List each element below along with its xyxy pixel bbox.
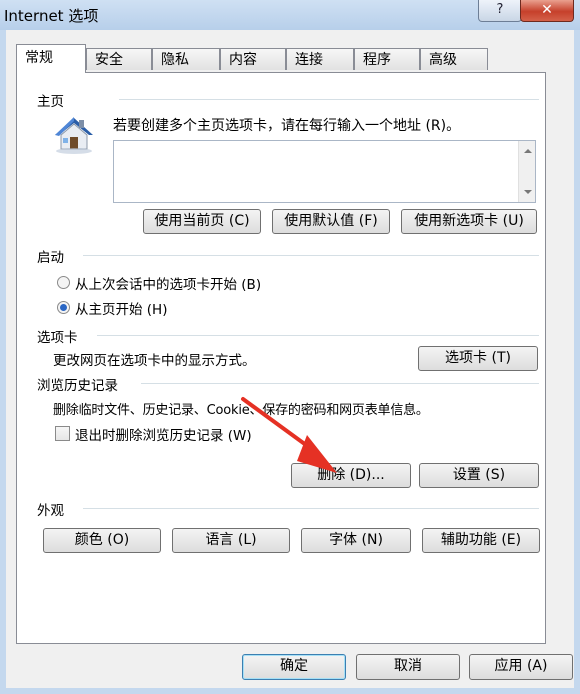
startup-heading: 启动 [37,250,64,266]
apply-button[interactable]: 应用 (A) [469,654,573,680]
home-addresses-input[interactable] [113,140,536,203]
general-panel: 主页 若要创建多个主页选项卡，请在每行输入一个地址 (R)。 使用当前页 (C)… [16,72,546,644]
close-button[interactable]: ✕ [520,0,574,22]
home-addresses-scrollbar[interactable] [518,141,535,202]
ok-button[interactable]: 确定 [242,654,346,680]
tab-privacy[interactable]: 隐私 [152,48,220,70]
history-divider [141,383,539,384]
use-new-tab-button[interactable]: 使用新选项卡 (U) [401,209,537,234]
fonts-button[interactable]: 字体 (N) [301,528,411,553]
tab-content[interactable]: 内容 [220,48,286,70]
history-settings-button[interactable]: 设置 (S) [419,463,539,488]
accessibility-button[interactable]: 辅助功能 (E) [422,528,540,553]
colors-button[interactable]: 颜色 (O) [43,528,161,553]
dialog-body: 常规 安全 隐私 内容 连接 程序 高级 主页 若要创建多个主页选项卡，请在每行… [6,30,574,688]
scroll-up-icon[interactable] [524,149,532,153]
tabs-settings-button[interactable]: 选项卡 (T) [418,346,538,371]
languages-button[interactable]: 语言 (L) [172,528,290,553]
startup-home-label[interactable]: 从主页开始 (H) [75,298,167,318]
tabs-heading: 选项卡 [37,330,78,346]
home-instructions: 若要创建多个主页选项卡，请在每行输入一个地址 (R)。 [113,118,461,134]
tab-general[interactable]: 常规 [16,44,86,73]
tab-advanced[interactable]: 高级 [420,48,488,70]
appearance-divider [83,508,539,509]
tab-security[interactable]: 安全 [86,48,152,70]
history-delete-on-exit-checkbox[interactable] [55,426,70,441]
startup-last-session-label[interactable]: 从上次会话中的选项卡开始 (B) [75,273,261,293]
house-icon [51,111,97,157]
help-button[interactable]: ? [478,0,522,22]
title-bar: Internet 选项 ? ✕ [0,0,580,30]
use-default-button[interactable]: 使用默认值 (F) [272,209,390,234]
scroll-down-icon[interactable] [524,190,532,194]
startup-last-session-radio[interactable] [57,276,70,289]
tab-programs[interactable]: 程序 [354,48,420,70]
home-heading: 主页 [37,94,64,110]
history-heading: 浏览历史记录 [37,378,118,394]
annotation-arrow-icon [241,397,337,473]
tab-connections[interactable]: 连接 [286,48,354,70]
cancel-button[interactable]: 取消 [356,654,460,680]
history-delete-on-exit-label[interactable]: 退出时删除浏览历史记录 (W) [75,424,252,444]
tabs-description: 更改网页在选项卡中的显示方式。 [53,353,256,369]
window-title: Internet 选项 [4,7,99,25]
appearance-heading: 外观 [37,503,64,519]
home-divider [119,99,539,100]
startup-divider [83,255,539,256]
use-current-button[interactable]: 使用当前页 (C) [143,209,261,234]
tabs-divider [97,335,539,336]
startup-home-radio[interactable] [57,301,70,314]
